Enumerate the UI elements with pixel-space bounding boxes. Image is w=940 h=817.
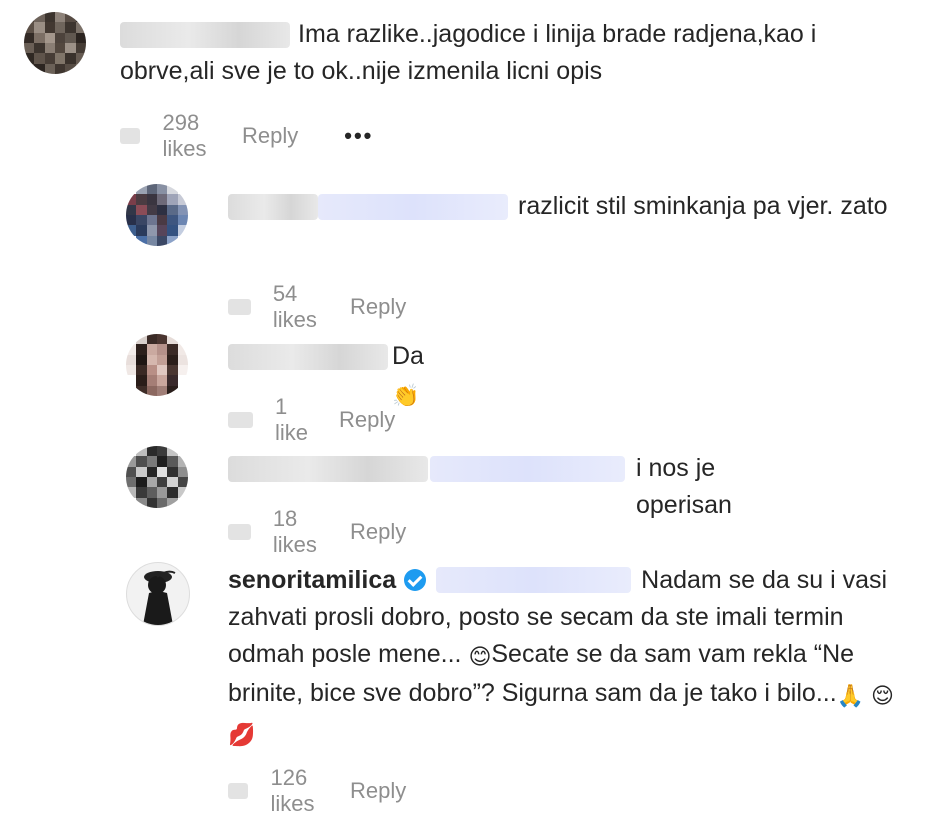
smiling-face-icon: 😊 — [468, 644, 492, 669]
comment-meta: 298 likes Reply ••• — [120, 110, 373, 162]
clapping-hands-icon: 👏 — [392, 383, 420, 408]
likes-count[interactable]: 126 likes — [270, 765, 326, 817]
avatar-pixelated[interactable] — [126, 334, 188, 396]
timestamp-redacted — [228, 299, 251, 315]
likes-count[interactable]: 54 likes — [273, 281, 326, 333]
comment-meta: 1 like Reply — [228, 394, 395, 446]
comment-meta: 54 likes Reply — [228, 281, 406, 333]
comment-body: Da — [392, 342, 424, 370]
username-redacted[interactable] — [228, 456, 428, 482]
username-link[interactable]: senoritamilica — [228, 566, 396, 594]
reply-button[interactable]: Reply — [350, 294, 406, 320]
likes-count[interactable]: 298 likes — [162, 110, 218, 162]
timestamp-redacted — [228, 412, 253, 428]
username-redacted[interactable] — [228, 344, 388, 370]
praying-hands-icon: 🙏 — [836, 683, 865, 708]
more-options-icon[interactable]: ••• — [344, 123, 373, 149]
likes-count[interactable]: 18 likes — [273, 506, 326, 558]
avatar-pixelated[interactable] — [126, 184, 188, 246]
mention-redacted[interactable] — [436, 567, 632, 593]
avatar-pixelated[interactable] — [24, 12, 86, 74]
comment-text: Ima razlike..jagodice i linija brade rad… — [120, 20, 817, 85]
timestamp-redacted — [228, 524, 251, 540]
comment-text: Da 👏 — [392, 338, 424, 414]
avatar-pixelated[interactable] — [126, 446, 188, 508]
comment-text: senoritamilica Nadam se da su i vasi zahv… — [228, 562, 918, 753]
comment-text: i nos je operisan — [636, 454, 732, 519]
avatar[interactable] — [126, 562, 190, 626]
profile-silhouette-icon — [143, 570, 176, 625]
comment-text: razlicit stil sminkanja pa vjer. zato — [518, 192, 888, 220]
mention-redacted[interactable] — [430, 456, 625, 482]
reply-button[interactable]: Reply — [350, 778, 406, 804]
comment-meta: 126 likes Reply — [228, 765, 406, 817]
timestamp-redacted — [228, 783, 249, 799]
timestamp-redacted — [120, 128, 141, 144]
likes-count[interactable]: 1 like — [275, 394, 315, 446]
reply-button[interactable]: Reply — [350, 519, 406, 545]
verified-badge-icon — [404, 569, 427, 591]
kiss-mark-icon: 💋 — [228, 722, 256, 747]
comment-meta: 18 likes Reply — [228, 506, 406, 558]
reply-button[interactable]: Reply — [339, 407, 395, 433]
reply-button[interactable]: Reply — [242, 123, 298, 149]
relieved-face-icon: 😌 — [871, 683, 894, 708]
